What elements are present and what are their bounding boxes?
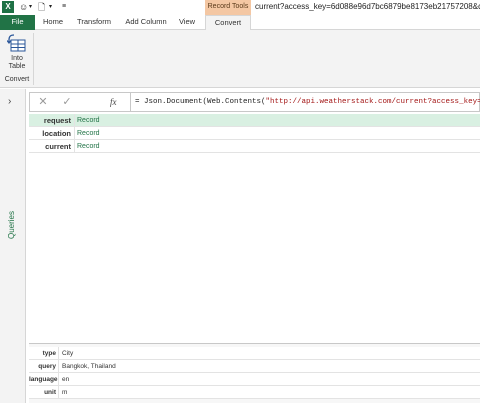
function-fx-icon[interactable]: fx	[110, 95, 122, 109]
into-table-label-line2: Table	[8, 63, 26, 70]
preview-key: unit	[29, 386, 59, 399]
record-key: location	[29, 127, 75, 140]
formula-url-string: "http://api.weatherstack.com/current?acc…	[265, 98, 480, 106]
chevron-down-icon[interactable]: ▾	[49, 1, 52, 13]
chevron-down-icon[interactable]: ▾	[29, 1, 32, 13]
queries-pane-label[interactable]: Queries	[7, 211, 16, 239]
record-link[interactable]: Record	[75, 140, 480, 153]
record-row[interactable]: current Record	[29, 140, 480, 153]
formula-prefix: = Json.Document(Web.Contents(	[135, 98, 266, 106]
title-bar: X ☺ ▾ 🗋 ▾ ≡ Record Tools current?access_…	[0, 0, 480, 15]
tab-convert[interactable]: Convert	[205, 15, 251, 31]
record-key: request	[29, 114, 75, 127]
record-row[interactable]: location Record	[29, 127, 480, 140]
tab-view[interactable]: View	[174, 15, 200, 30]
tab-add-column[interactable]: Add Column	[120, 15, 172, 30]
formula-bar: ✕ ✓ fx = Json.Document(Web.Contents("htt…	[29, 92, 480, 112]
window-title: current?access_key=6d088e96d7bc6879be817…	[255, 2, 480, 11]
preview-value: Bangkok, Thailand	[62, 363, 116, 370]
record-row[interactable]: request Record	[29, 114, 480, 127]
convert-group-label: Convert	[4, 76, 30, 83]
preview-key: language	[29, 373, 59, 386]
record-preview-pane: type City query Bangkok, Thailand langua…	[29, 343, 480, 403]
preview-key: query	[29, 360, 59, 373]
excel-logo-icon: X	[2, 1, 14, 13]
tab-home[interactable]: Home	[38, 15, 68, 30]
document-icon[interactable]: 🗋	[38, 1, 45, 13]
queries-pane: › Queries	[0, 89, 26, 403]
preview-value: m	[62, 389, 68, 396]
smiley-feedback-icon[interactable]: ☺	[19, 1, 28, 13]
into-table-button[interactable]: Into Table	[4, 33, 30, 75]
cancel-formula-icon[interactable]: ✕	[36, 95, 50, 109]
record-tools-context-label: Record Tools	[205, 0, 251, 15]
preview-row: query Bangkok, Thailand	[29, 360, 480, 373]
tab-transform[interactable]: Transform	[72, 15, 116, 30]
customize-quick-access-icon[interactable]: ≡	[62, 1, 66, 13]
formula-input[interactable]: = Json.Document(Web.Contents("http://api…	[130, 93, 480, 111]
preview-row: type City	[29, 347, 480, 360]
ribbon-tabs: File Home Transform Add Column View Conv…	[0, 15, 480, 31]
tab-file[interactable]: File	[0, 15, 35, 30]
ribbon: Into Table Convert	[0, 30, 480, 88]
chevron-right-icon[interactable]: ›	[8, 96, 11, 107]
record-link[interactable]: Record	[75, 114, 480, 127]
record-key: current	[29, 140, 75, 153]
confirm-formula-icon[interactable]: ✓	[60, 95, 74, 109]
into-table-label-line1: Into	[11, 55, 23, 62]
record-link[interactable]: Record	[75, 127, 480, 140]
preview-value: en	[62, 376, 70, 383]
preview-row: language en	[29, 373, 480, 386]
preview-value: City	[62, 350, 74, 357]
preview-key: type	[29, 347, 59, 360]
preview-row: unit m	[29, 386, 480, 399]
into-table-icon	[6, 34, 26, 52]
